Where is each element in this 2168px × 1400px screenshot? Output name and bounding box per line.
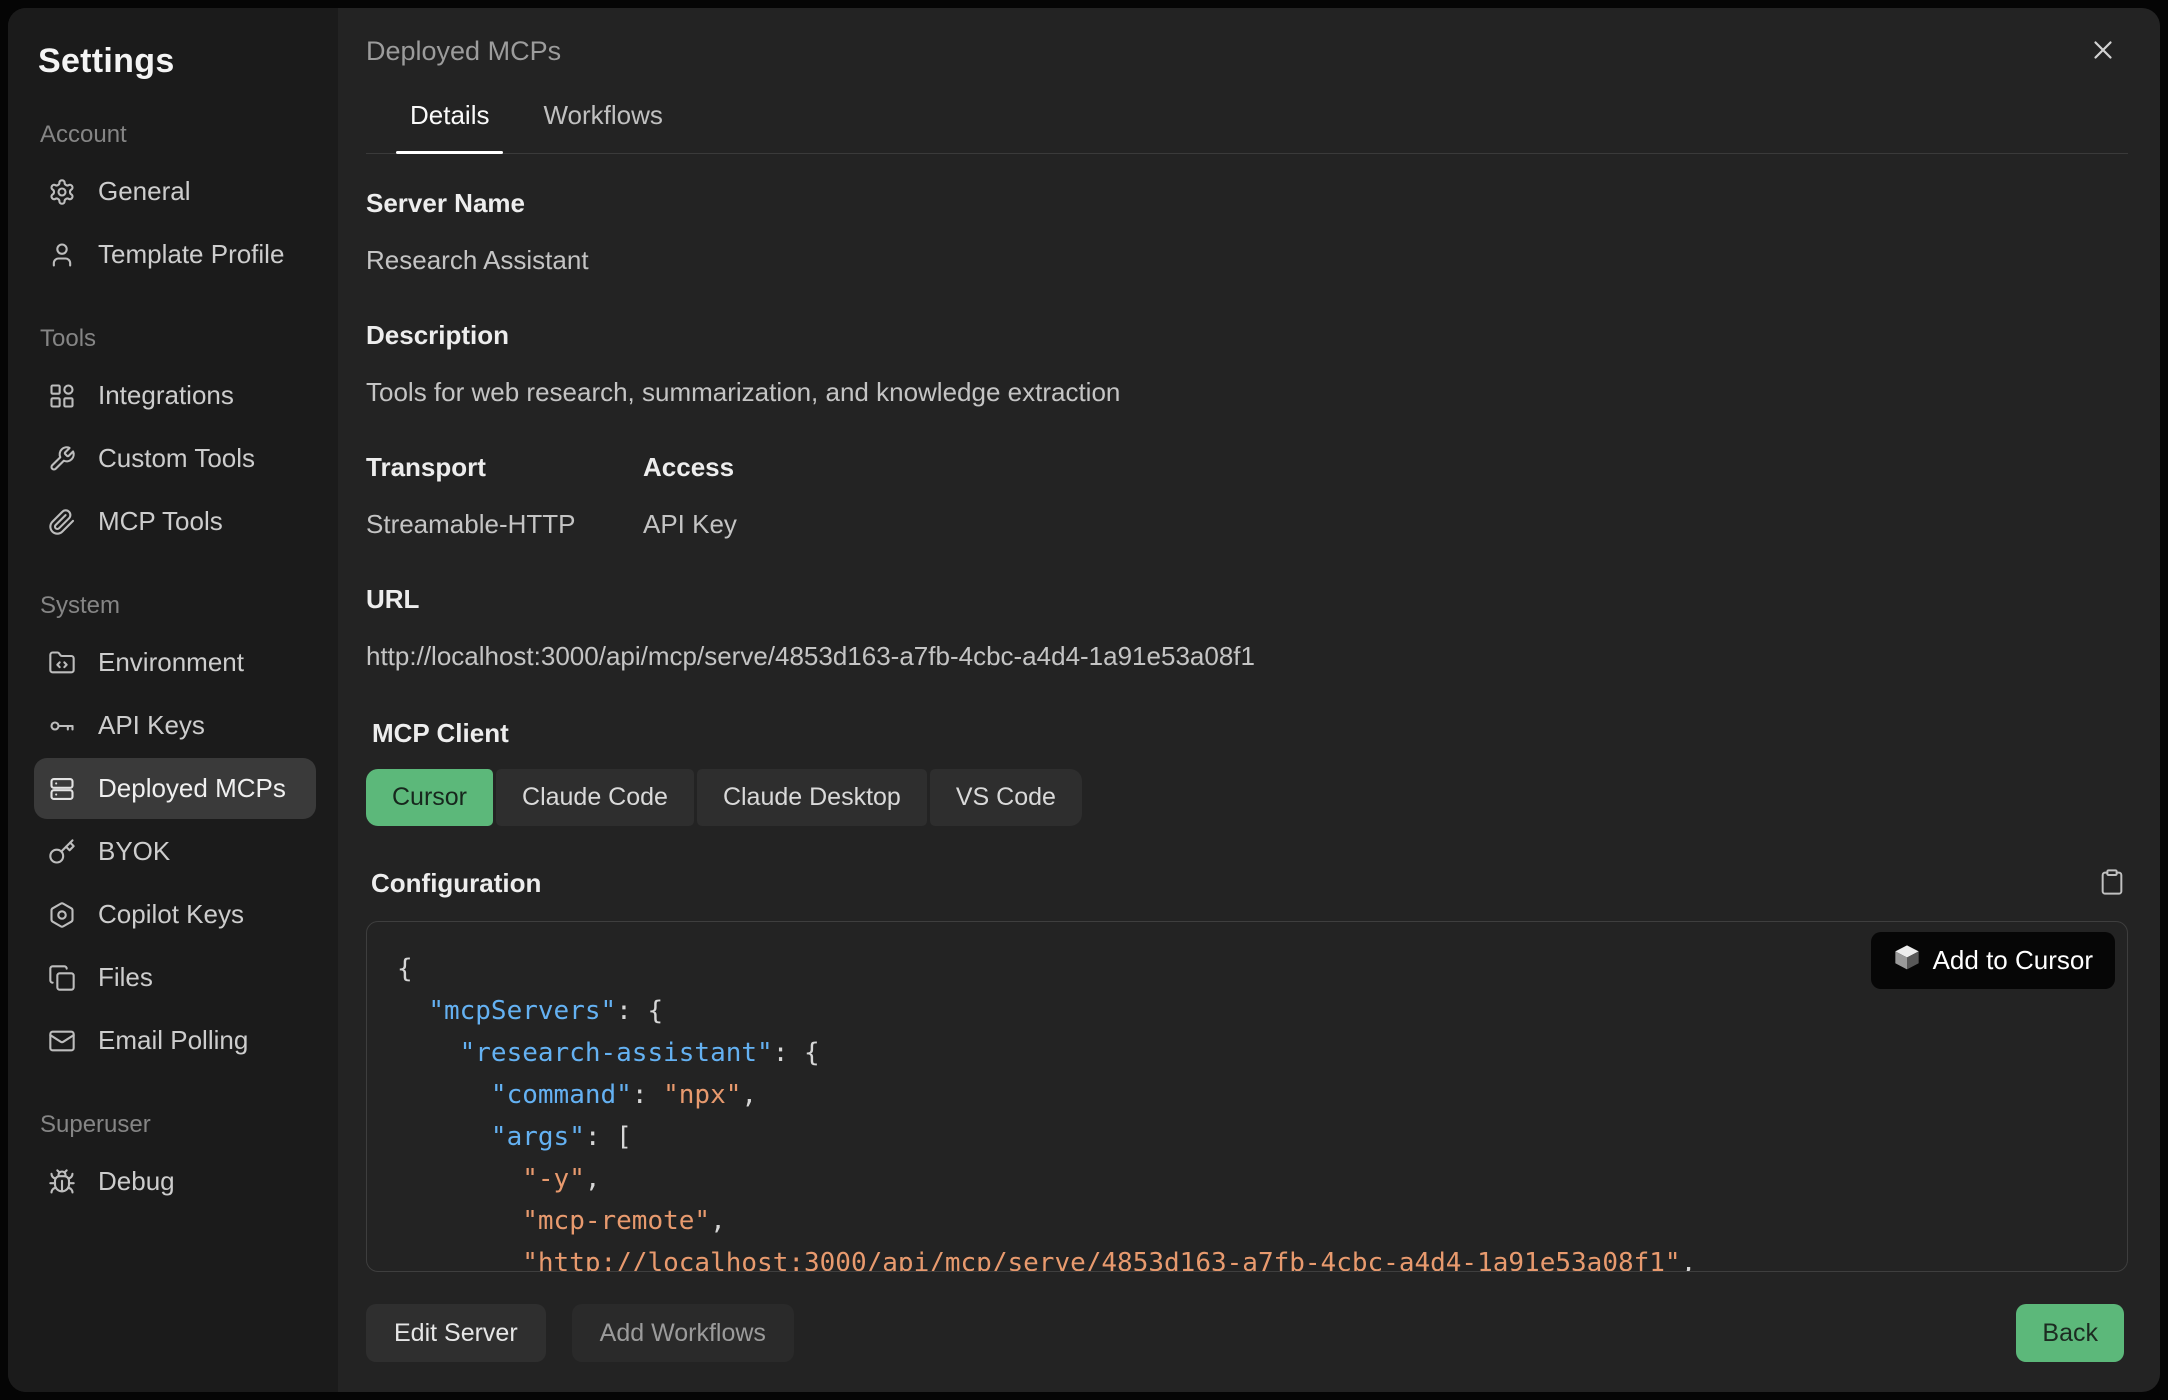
panel-title: Deployed MCPs (366, 36, 561, 67)
sidebar-item-deployed-mcps[interactable]: Deployed MCPs (34, 758, 316, 819)
sidebar-item-label: Files (98, 962, 153, 993)
sidebar-item-mcp-tools[interactable]: MCP Tools (34, 491, 316, 552)
key-round-icon (48, 712, 76, 740)
sidebar-item-label: Deployed MCPs (98, 773, 286, 804)
deployed-mcps-panel: Deployed MCPs Details Workflows Server N… (338, 8, 2160, 1392)
wrench-icon (48, 445, 76, 473)
sidebar-item-label: API Keys (98, 710, 205, 741)
settings-sidebar: Settings Account General Template Profile T… (8, 8, 338, 1392)
sidebar-item-template-profile[interactable]: Template Profile (34, 224, 316, 285)
mcp-client-group: CursorClaude CodeClaude DesktopVS Code (366, 769, 2128, 826)
settings-dialog: Settings Account General Template Profile T… (8, 8, 2160, 1392)
tab-workflows[interactable]: Workflows (529, 100, 676, 153)
configuration-label: Configuration (371, 868, 541, 899)
code-line: "research-assistant": { (397, 1032, 2097, 1074)
settings-title: Settings (38, 42, 316, 81)
sidebar-item-label: Custom Tools (98, 443, 255, 474)
person-icon (48, 241, 76, 269)
code-line: "mcp-remote", (397, 1200, 2097, 1242)
code-line: { (397, 948, 2097, 990)
add-to-cursor-button[interactable]: Add to Cursor (1871, 932, 2115, 989)
access-value: API Key (643, 509, 737, 540)
mcp-client-vs-code[interactable]: VS Code (930, 769, 1082, 826)
transport-value: Streamable-HTTP (366, 509, 643, 540)
sidebar-item-byok[interactable]: BYOK (34, 821, 316, 882)
sidebar-section-account: Account (40, 121, 316, 149)
sidebar-item-label: BYOK (98, 836, 170, 867)
sidebar-item-debug[interactable]: Debug (34, 1151, 316, 1212)
code-line: "mcpServers": { (397, 990, 2097, 1032)
copy-icon (48, 964, 76, 992)
server-name-label: Server Name (366, 188, 2128, 219)
add-to-cursor-label: Add to Cursor (1933, 945, 2093, 976)
mcp-client-cursor[interactable]: Cursor (366, 769, 493, 826)
close-icon (2088, 53, 2118, 68)
edit-server-button[interactable]: Edit Server (366, 1304, 546, 1362)
configuration-code-block: { "mcpServers": { "research-assistant": … (366, 921, 2128, 1272)
cursor-cube-icon (1893, 943, 1921, 978)
tab-bar: Details Workflows (366, 100, 2128, 154)
transport-access-row: Transport Streamable-HTTP Access API Key (366, 408, 2128, 540)
back-button[interactable]: Back (2016, 1304, 2124, 1362)
server-name-value: Research Assistant (366, 245, 2128, 276)
sidebar-section-superuser: Superuser (40, 1111, 316, 1139)
code-line: "args": [ (397, 1116, 2097, 1158)
hexagon-icon (48, 901, 76, 929)
url-label: URL (366, 584, 2128, 615)
url-value: http://localhost:3000/api/mcp/serve/4853… (366, 641, 2128, 672)
mcp-client-claude-desktop[interactable]: Claude Desktop (697, 769, 927, 826)
code-line: "http://localhost:3000/api/mcp/serve/485… (397, 1242, 2097, 1272)
sidebar-nav: Account General Template Profile Tools Integ… (34, 121, 316, 1212)
sidebar-item-label: General (98, 176, 191, 207)
sidebar-item-environment[interactable]: Environment (34, 632, 316, 693)
sidebar-item-label: Debug (98, 1166, 175, 1197)
bug-icon (48, 1168, 76, 1196)
panel-header: Deployed MCPs (366, 34, 2128, 68)
configuration-row: Configuration (366, 866, 2128, 901)
close-button[interactable] (2086, 34, 2120, 68)
sidebar-item-api-keys[interactable]: API Keys (34, 695, 316, 756)
server-icon (48, 775, 76, 803)
paperclip-icon (48, 508, 76, 536)
clipboard-icon (2098, 886, 2126, 901)
sidebar-item-label: MCP Tools (98, 506, 223, 537)
mcp-client-label: MCP Client (372, 718, 2128, 749)
sidebar-section-tools: Tools (40, 325, 316, 353)
blocks-icon (48, 382, 76, 410)
sidebar-item-general[interactable]: General (34, 161, 316, 222)
add-workflows-button[interactable]: Add Workflows (572, 1304, 794, 1362)
sidebar-item-copilot-keys[interactable]: Copilot Keys (34, 884, 316, 945)
sidebar-item-label: Environment (98, 647, 244, 678)
code-line: "-y", (397, 1158, 2097, 1200)
access-label: Access (643, 452, 737, 483)
mcp-client-claude-code[interactable]: Claude Code (496, 769, 694, 826)
transport-label: Transport (366, 452, 643, 483)
code-line: "command": "npx", (397, 1074, 2097, 1116)
sidebar-item-integrations[interactable]: Integrations (34, 365, 316, 426)
sidebar-item-email-polling[interactable]: Email Polling (34, 1010, 316, 1071)
configuration-code: { "mcpServers": { "research-assistant": … (397, 948, 2097, 1272)
folder-code-icon (48, 649, 76, 677)
sidebar-section-system: System (40, 592, 316, 620)
sidebar-item-label: Email Polling (98, 1025, 248, 1056)
tab-details[interactable]: Details (396, 100, 503, 153)
key-icon (48, 838, 76, 866)
sidebar-item-label: Copilot Keys (98, 899, 244, 930)
copy-config-button[interactable] (2098, 866, 2126, 901)
gear-icon (48, 178, 76, 206)
mail-icon (48, 1027, 76, 1055)
sidebar-item-custom-tools[interactable]: Custom Tools (34, 428, 316, 489)
description-label: Description (366, 320, 2128, 351)
sidebar-item-files[interactable]: Files (34, 947, 316, 1008)
sidebar-item-label: Integrations (98, 380, 234, 411)
description-value: Tools for web research, summarization, a… (366, 377, 2128, 408)
sidebar-item-label: Template Profile (98, 239, 284, 270)
dialog-footer: Edit Server Add Workflows Back (366, 1272, 2128, 1362)
